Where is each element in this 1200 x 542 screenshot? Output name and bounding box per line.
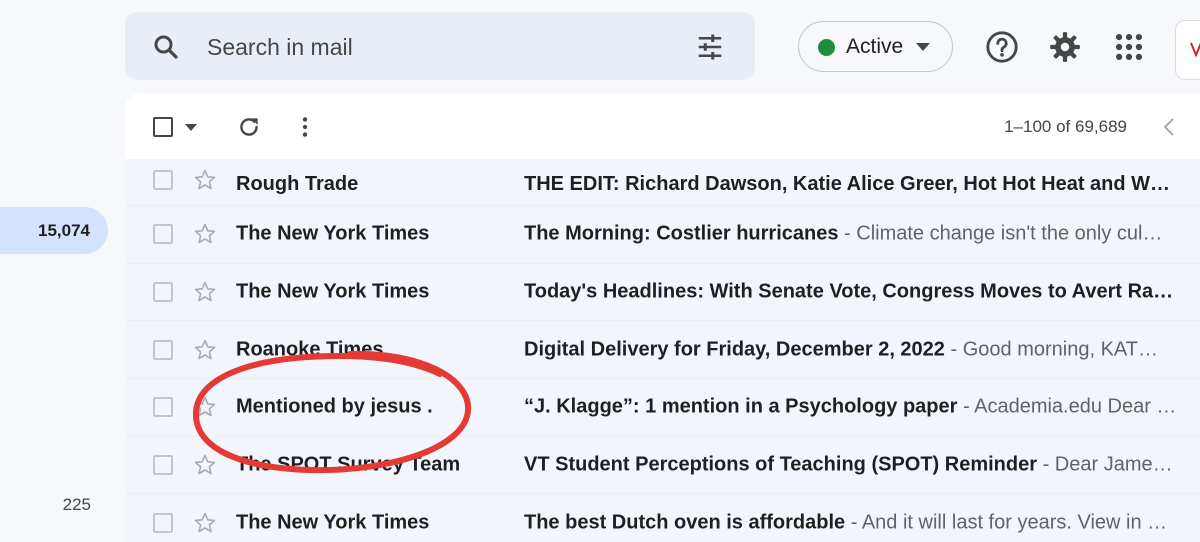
status-label: Active bbox=[846, 35, 904, 58]
row-checkbox[interactable] bbox=[153, 224, 173, 245]
star-icon[interactable] bbox=[193, 222, 217, 246]
row-checkbox[interactable] bbox=[153, 282, 173, 303]
folder-count[interactable]: 225 bbox=[0, 495, 91, 515]
highlighted-folder-count[interactable]: 15,074 bbox=[0, 207, 108, 254]
mail-subject: The Morning: Costlier hurricanes bbox=[524, 222, 839, 245]
sender-name: The New York Times bbox=[236, 280, 430, 303]
mail-row[interactable]: Roanoke Times Digital Delivery for Frida… bbox=[125, 321, 1200, 380]
star-icon[interactable] bbox=[193, 395, 217, 419]
mail-subject: THE EDIT: Richard Dawson, Katie Alice Gr… bbox=[524, 173, 1171, 195]
search-bar[interactable]: Search in mail bbox=[125, 12, 755, 80]
logo-icon bbox=[1190, 42, 1200, 57]
mail-row[interactable]: The New York Times Today's Headlines: Wi… bbox=[125, 263, 1200, 322]
apps-grid-icon[interactable] bbox=[1112, 30, 1146, 64]
mail-snippet: - And it will last for years. View in … bbox=[845, 511, 1168, 534]
mail-subject: Digital Delivery for Friday, December 2,… bbox=[524, 338, 945, 361]
mail-content: Digital Delivery for Friday, December 2,… bbox=[524, 338, 1195, 361]
caret-down-icon bbox=[916, 43, 930, 51]
mail-row[interactable]: The SPOT Survey Team VT Student Percepti… bbox=[125, 436, 1200, 495]
star-icon[interactable] bbox=[193, 168, 217, 192]
row-checkbox[interactable] bbox=[153, 170, 173, 190]
sender-name: Roanoke Times bbox=[236, 338, 384, 361]
row-checkbox[interactable] bbox=[153, 512, 173, 533]
sender-name: The New York Times bbox=[236, 511, 430, 534]
mail-content: The Morning: Costlier hurricanes - Clima… bbox=[524, 223, 1195, 246]
mail-content: THE EDIT: Richard Dawson, Katie Alice Gr… bbox=[524, 173, 1195, 196]
mail-snippet: - Academia.edu Dear … bbox=[957, 395, 1177, 418]
account-chip[interactable] bbox=[1175, 20, 1200, 80]
mail-content: “J. Klagge”: 1 mention in a Psychology p… bbox=[524, 396, 1195, 419]
row-checkbox[interactable] bbox=[153, 455, 173, 476]
star-icon[interactable] bbox=[193, 453, 217, 477]
chevron-left-icon[interactable] bbox=[1161, 116, 1177, 138]
mail-row[interactable]: The New York Times The Morning: Costlier… bbox=[125, 206, 1200, 264]
mail-subject: The best Dutch oven is affordable bbox=[524, 511, 846, 534]
mail-panel: 1–100 of 69,689 Rough Trade THE EDIT: Ri… bbox=[125, 93, 1200, 542]
mail-snippet: - Good morning, KAT… bbox=[944, 338, 1158, 361]
mail-snippet: - Climate change isn't the only cul… bbox=[838, 222, 1163, 245]
mail-content: The best Dutch oven is affordable - And … bbox=[524, 511, 1195, 534]
gear-icon[interactable] bbox=[1048, 30, 1082, 64]
list-toolbar: 1–100 of 69,689 bbox=[125, 93, 1200, 159]
star-icon[interactable] bbox=[193, 338, 217, 362]
row-checkbox[interactable] bbox=[153, 339, 173, 360]
tune-icon[interactable] bbox=[695, 32, 725, 62]
help-icon[interactable] bbox=[985, 30, 1019, 64]
sender-name: Mentioned by jesus . bbox=[236, 395, 433, 418]
search-icon[interactable] bbox=[151, 32, 181, 62]
mail-content: Today's Headlines: With Senate Vote, Con… bbox=[524, 281, 1195, 304]
refresh-icon[interactable] bbox=[236, 114, 262, 140]
more-vert-icon[interactable] bbox=[297, 114, 313, 140]
search-input[interactable]: Search in mail bbox=[207, 34, 353, 61]
mail-row[interactable]: Mentioned by jesus . “J. Klagge”: 1 ment… bbox=[125, 379, 1200, 437]
mail-row[interactable]: Rough Trade THE EDIT: Richard Dawson, Ka… bbox=[125, 159, 1200, 206]
status-dropdown[interactable]: Active bbox=[798, 21, 953, 72]
mail-list: Rough Trade THE EDIT: Richard Dawson, Ka… bbox=[125, 159, 1200, 542]
mail-subject: “J. Klagge”: 1 mention in a Psychology p… bbox=[524, 395, 958, 418]
status-dot-icon bbox=[818, 39, 835, 56]
mail-subject: VT Student Perceptions of Teaching (SPOT… bbox=[524, 453, 1038, 476]
pagination-range: 1–100 of 69,689 bbox=[1004, 117, 1127, 136]
star-icon[interactable] bbox=[193, 511, 217, 535]
mail-content: VT Student Perceptions of Teaching (SPOT… bbox=[524, 454, 1195, 477]
select-menu-caret-icon[interactable] bbox=[185, 124, 197, 131]
sender-name: Rough Trade bbox=[236, 173, 359, 195]
row-checkbox[interactable] bbox=[153, 397, 173, 418]
sender-name: The New York Times bbox=[236, 222, 430, 245]
mail-snippet: - Dear Jame… bbox=[1037, 453, 1173, 476]
mail-row[interactable]: The New York Times The best Dutch oven i… bbox=[125, 494, 1200, 542]
sender-name: The SPOT Survey Team bbox=[236, 453, 461, 476]
select-all-checkbox[interactable] bbox=[153, 117, 173, 137]
left-rail: 15,074 225 bbox=[0, 0, 125, 542]
star-icon[interactable] bbox=[193, 280, 217, 304]
mail-subject: Today's Headlines: With Senate Vote, Con… bbox=[524, 280, 1174, 303]
